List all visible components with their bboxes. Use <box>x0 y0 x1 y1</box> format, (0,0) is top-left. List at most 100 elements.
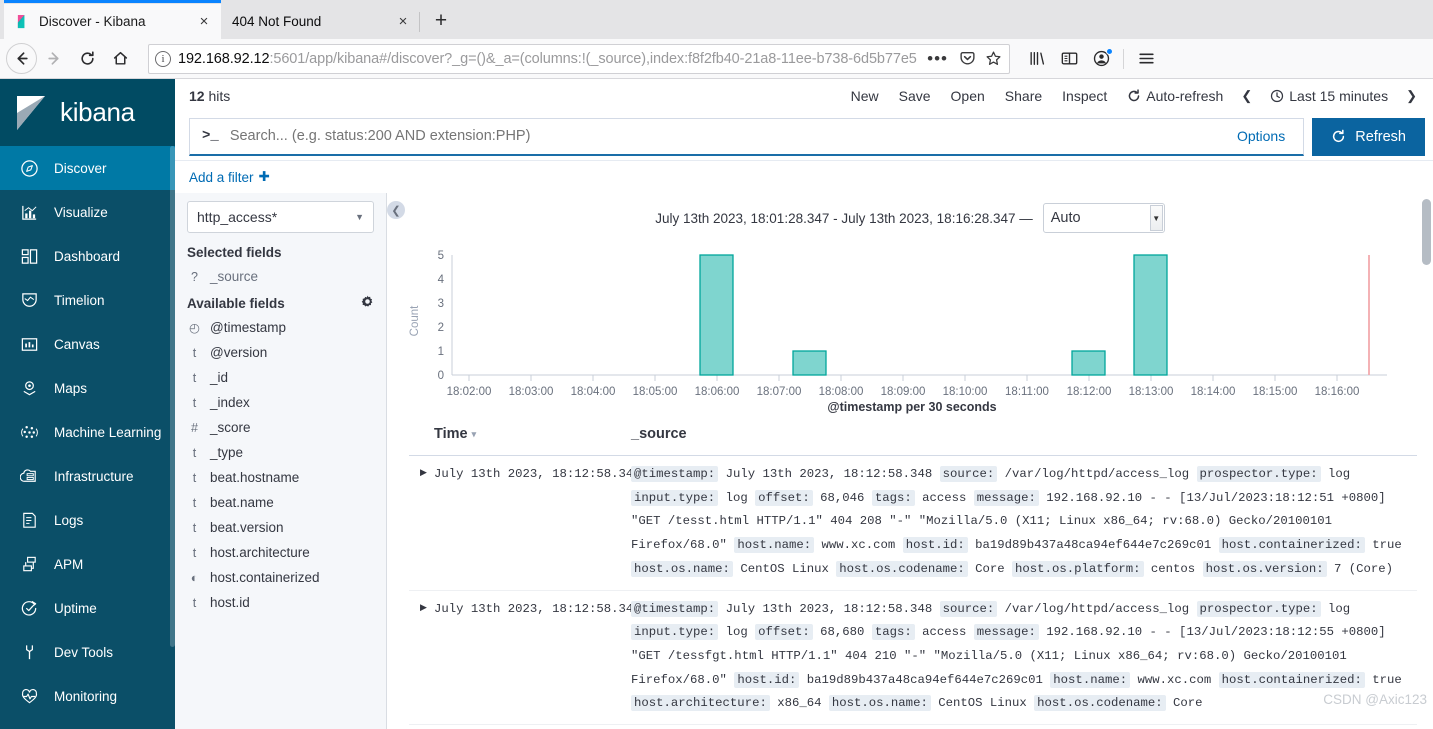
field-value: www.xc.com <box>1137 672 1212 687</box>
field-key: message: <box>973 489 1039 506</box>
browser-tab-404[interactable]: 404 Not Found × <box>221 4 420 39</box>
field-key: host.id: <box>734 671 800 688</box>
new-tab-button[interactable]: + <box>426 6 456 36</box>
interval-select[interactable]: Auto ▼ <box>1042 203 1165 233</box>
sidebar-item-dashboard[interactable]: Dashboard <box>0 234 175 278</box>
refresh-button[interactable]: Refresh <box>1312 117 1425 156</box>
field-item-timestamp[interactable]: ◴ @timestamp <box>175 315 386 340</box>
ml-icon <box>19 422 39 442</box>
kibana-logo[interactable]: kibana <box>0 79 175 146</box>
sidebar-item-timelion[interactable]: Timelion <box>0 278 175 322</box>
query-prompt-icon: >_ <box>202 128 219 144</box>
expand-row-icon[interactable]: ▶ <box>409 463 434 582</box>
sidebar-item-apm[interactable]: APM <box>0 542 175 586</box>
svg-text:18:08:00: 18:08:00 <box>819 386 864 398</box>
field-item-host-containerized[interactable]: ◐ host.containerized <box>175 565 386 590</box>
field-name: _score <box>210 420 251 435</box>
site-info-icon[interactable]: i <box>155 50 171 67</box>
field-item-version[interactable]: t @version <box>175 340 386 365</box>
field-type-icon: t <box>192 345 197 360</box>
reload-button[interactable] <box>72 43 103 74</box>
hamburger-menu-icon[interactable] <box>1131 44 1161 74</box>
time-next-button[interactable]: ❯ <box>1398 88 1425 104</box>
sidebar-item-infrastructure[interactable]: Infrastructure <box>0 454 175 498</box>
available-fields-header: Available fields <box>175 289 386 315</box>
inspect-button[interactable]: Inspect <box>1052 88 1117 104</box>
kibana-sidebar: kibana Discover Visualize Dashboard Time… <box>0 79 175 729</box>
save-button[interactable]: Save <box>889 88 941 104</box>
table-row[interactable]: ▶ July 13th 2023, 18:12:58.348 @timestam… <box>409 456 1417 591</box>
interval-value: Auto <box>1050 210 1081 226</box>
time-range-label: Last 15 minutes <box>1289 88 1389 104</box>
open-button[interactable]: Open <box>941 88 995 104</box>
sidebar-item-dev-tools[interactable]: Dev Tools <box>0 630 175 674</box>
field-value: ba19d89b437a48ca94ef644e7c269c01 <box>975 538 1212 553</box>
chart-xtick-labels: 18:02:00 18:03:00 18:04:00 18:05:00 18:0… <box>447 386 1360 398</box>
histogram-chart[interactable]: Count 5 4 3 2 1 0 18:02:00 18:03:00 18:0… <box>387 233 1433 414</box>
chart-header: July 13th 2023, 18:01:28.347 - July 13th… <box>387 193 1433 233</box>
collapse-sidebar-button[interactable]: ❮ <box>387 201 405 219</box>
field-item-id[interactable]: t _id <box>175 365 386 390</box>
sidebar-item-logs[interactable]: Logs <box>0 498 175 542</box>
sidebar-item-monitoring[interactable]: Monitoring <box>0 674 175 718</box>
home-button[interactable] <box>105 43 136 74</box>
field-item-source[interactable]: ? _source <box>175 264 386 289</box>
auto-refresh-button[interactable]: Auto-refresh <box>1117 88 1233 104</box>
gear-icon[interactable] <box>361 295 374 311</box>
account-icon[interactable] <box>1086 44 1116 74</box>
page-actions-icon[interactable]: ••• <box>924 49 951 69</box>
column-header-time[interactable]: Time ▾ <box>409 426 631 442</box>
sidebar-item-uptime[interactable]: Uptime <box>0 586 175 630</box>
field-key: source: <box>939 600 998 617</box>
library-icon[interactable] <box>1022 44 1052 74</box>
main-scrollbar[interactable] <box>1422 199 1431 265</box>
search-box[interactable]: >_ Options <box>189 117 1305 156</box>
sidebar-item-maps[interactable]: Maps <box>0 366 175 410</box>
add-filter-button[interactable]: Add a filter ✚ <box>189 169 270 185</box>
svg-text:18:05:00: 18:05:00 <box>633 386 678 398</box>
tab-strip: Discover - Kibana × 404 Not Found × + <box>0 0 1433 39</box>
field-item-score[interactable]: # _score <box>175 415 386 440</box>
browser-tab-discover[interactable]: Discover - Kibana × <box>4 4 221 39</box>
chart-bar <box>699 254 734 376</box>
field-key: prospector.type: <box>1196 600 1321 617</box>
field-type-icon: t <box>192 470 197 485</box>
forward-button[interactable] <box>39 43 70 74</box>
pocket-icon[interactable] <box>958 49 977 68</box>
field-value: CentOS Linux <box>938 696 1027 711</box>
filter-row: Add a filter ✚ <box>175 160 1433 193</box>
field-item-index[interactable]: t _index <box>175 390 386 415</box>
search-input[interactable] <box>229 128 1225 144</box>
svg-text:18:16:00: 18:16:00 <box>1315 386 1360 398</box>
time-prev-button[interactable]: ❮ <box>1233 88 1260 104</box>
field-item-host-architecture[interactable]: t host.architecture <box>175 540 386 565</box>
time-range-button[interactable]: Last 15 minutes <box>1260 88 1398 104</box>
field-item-type[interactable]: t _type <box>175 440 386 465</box>
field-value: centos <box>1150 561 1196 576</box>
close-icon[interactable]: × <box>195 13 213 31</box>
sidebar-item-machine-learning[interactable]: Machine Learning <box>0 410 175 454</box>
column-header-source[interactable]: _source <box>631 426 687 442</box>
search-options-button[interactable]: Options <box>1225 128 1297 144</box>
sidebar-item-canvas[interactable]: Canvas <box>0 322 175 366</box>
index-pattern-select[interactable]: http_access* ▼ <box>187 201 374 233</box>
index-pattern-wrap: http_access* ▼ <box>175 193 386 239</box>
star-icon[interactable] <box>984 49 1003 68</box>
new-button[interactable]: New <box>841 88 889 104</box>
share-button[interactable]: Share <box>995 88 1052 104</box>
back-button[interactable] <box>6 43 37 74</box>
field-name: beat.version <box>210 520 284 535</box>
field-item-beat-hostname[interactable]: t beat.hostname <box>175 465 386 490</box>
table-row[interactable]: ▶ July 13th 2023, 18:12:58.348 @timestam… <box>409 591 1417 726</box>
sidebar-item-visualize[interactable]: Visualize <box>0 190 175 234</box>
sidebar-item-discover[interactable]: Discover <box>0 146 175 190</box>
field-item-beat-version[interactable]: t beat.version <box>175 515 386 540</box>
kibana-logo-text: kibana <box>60 97 135 127</box>
url-bar[interactable]: i 192.168.92.12:5601/app/kibana#/discove… <box>148 43 1010 74</box>
sidebar-icon[interactable] <box>1054 44 1084 74</box>
field-item-beat-name[interactable]: t beat.name <box>175 490 386 515</box>
expand-row-icon[interactable]: ▶ <box>409 598 434 717</box>
close-icon[interactable]: × <box>394 13 412 31</box>
field-item-host-id[interactable]: t host.id <box>175 590 386 615</box>
field-type-icon: t <box>192 370 197 385</box>
